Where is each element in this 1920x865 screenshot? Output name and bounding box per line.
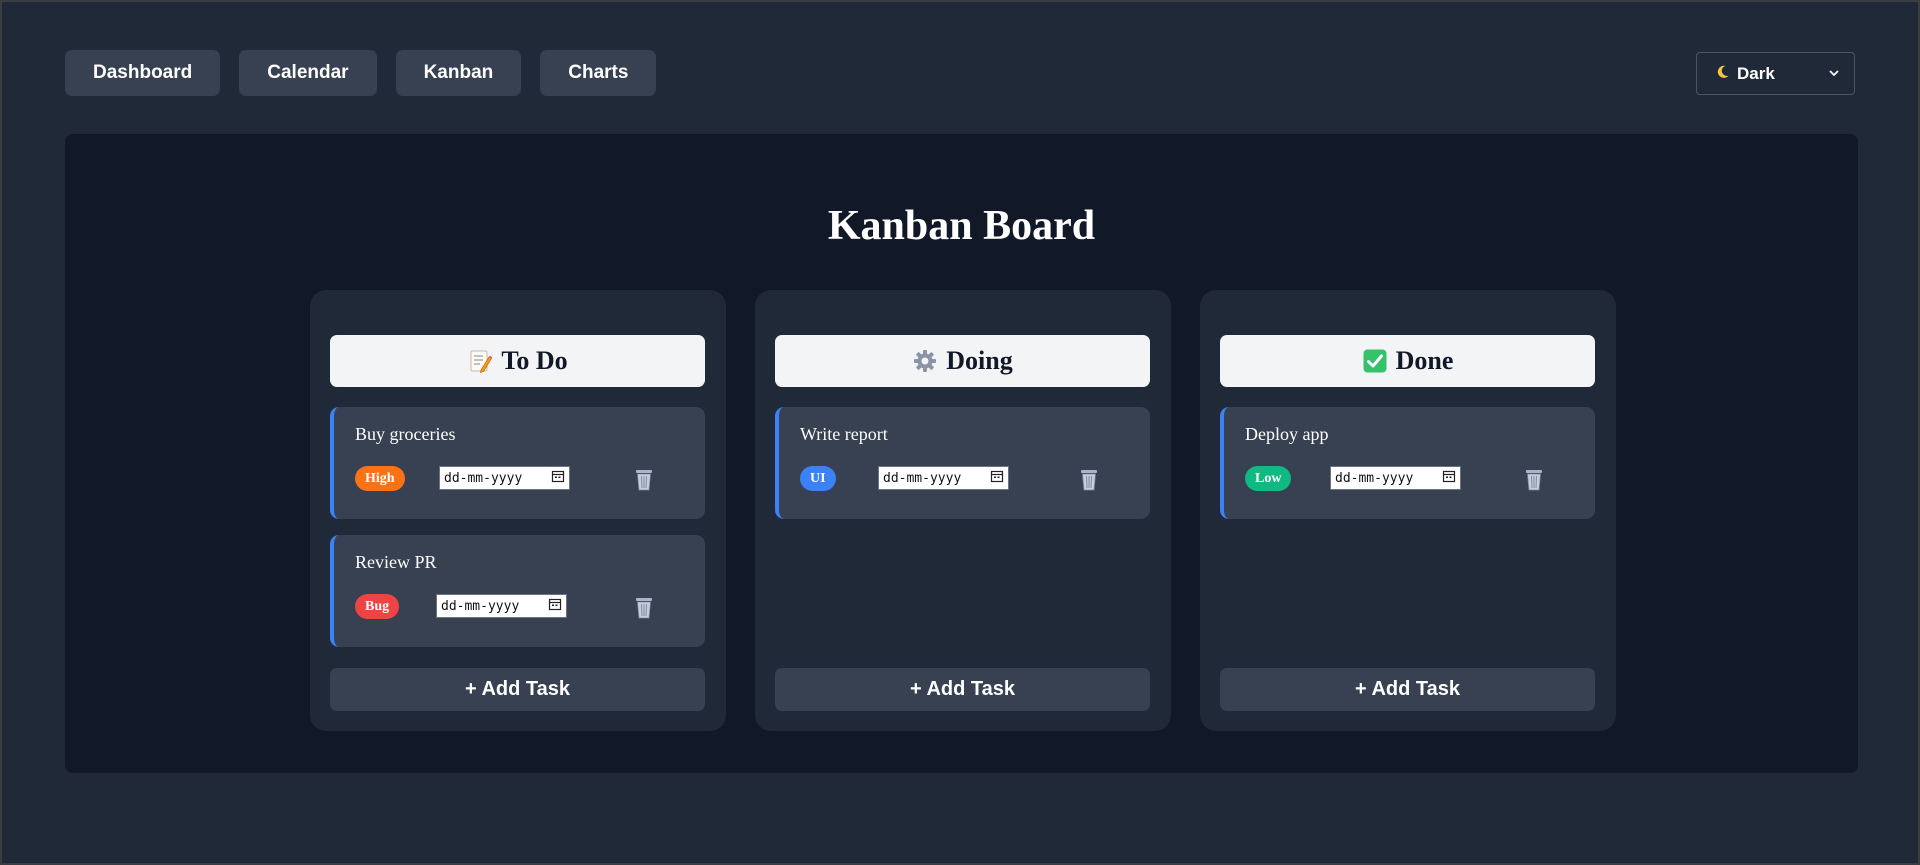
add-task-button[interactable]: + Add Task <box>330 668 705 711</box>
task-card[interactable]: Review PR Bug dd-mm-yyyy <box>330 535 705 647</box>
trash-icon[interactable] <box>1522 467 1546 493</box>
column-title: To Do <box>501 346 568 375</box>
due-date-input[interactable]: dd-mm-yyyy <box>436 594 567 618</box>
column-header: Done <box>1220 335 1595 387</box>
task-card[interactable]: Buy groceries High dd-mm-yyyy <box>330 407 705 519</box>
theme-select-value: Dark <box>1737 63 1775 83</box>
priority-tag: UI <box>800 466 836 491</box>
task-list: Write report UI dd-mm-yyyy <box>775 407 1150 519</box>
priority-tag: Bug <box>355 594 400 619</box>
due-date-input[interactable]: dd-mm-yyyy <box>1330 466 1461 490</box>
add-task-button[interactable]: + Add Task <box>1220 668 1595 711</box>
task-list: Deploy app Low dd-mm-yyyy <box>1220 407 1595 519</box>
moon-icon <box>1715 64 1730 83</box>
nav-dashboard-button[interactable]: Dashboard <box>65 50 221 96</box>
memo-icon <box>467 348 493 374</box>
app-window: Dashboard Calendar Kanban Charts Dark Ka… <box>0 0 1920 865</box>
calendar-icon[interactable] <box>990 469 1004 487</box>
task-list: Buy groceries High dd-mm-yyyy Review PR … <box>330 407 705 647</box>
column-todo: To Do Buy groceries High dd-mm-yyyy Revi… <box>310 290 726 731</box>
check-box-icon <box>1362 348 1388 374</box>
date-placeholder: dd-mm-yyyy <box>441 598 520 614</box>
calendar-icon[interactable] <box>551 469 565 487</box>
column-header: To Do <box>330 335 705 387</box>
date-placeholder: dd-mm-yyyy <box>1335 470 1414 486</box>
task-title: Review PR <box>355 552 437 572</box>
trash-icon[interactable] <box>1077 467 1101 493</box>
nav-charts-button[interactable]: Charts <box>540 50 657 96</box>
priority-tag: Low <box>1245 466 1292 491</box>
calendar-icon[interactable] <box>548 597 562 615</box>
due-date-input[interactable]: dd-mm-yyyy <box>439 466 570 490</box>
add-task-button[interactable]: + Add Task <box>775 668 1150 711</box>
nav-calendar-button[interactable]: Calendar <box>239 50 377 96</box>
task-card[interactable]: Deploy app Low dd-mm-yyyy <box>1220 407 1595 519</box>
page-title: Kanban Board <box>827 203 1096 249</box>
calendar-icon[interactable] <box>1442 469 1456 487</box>
column-header: Doing <box>775 335 1150 387</box>
theme-select[interactable]: Dark <box>1696 52 1855 95</box>
column-done: Done Deploy app Low dd-mm-yyyy + Add Tas… <box>1200 290 1616 731</box>
date-placeholder: dd-mm-yyyy <box>883 470 962 486</box>
chevron-down-icon <box>1828 64 1840 84</box>
column-title: Done <box>1395 346 1454 375</box>
priority-tag: High <box>355 466 405 491</box>
kanban-board: Kanban Board To Do Buy groceries High dd… <box>65 134 1858 773</box>
column-title: Doing <box>946 346 1013 375</box>
top-nav: Dashboard Calendar Kanban Charts <box>65 50 657 96</box>
column-doing: Doing Write report UI dd-mm-yyyy + Add T… <box>755 290 1171 731</box>
columns-container: To Do Buy groceries High dd-mm-yyyy Revi… <box>310 290 1616 731</box>
task-title: Buy groceries <box>355 424 456 444</box>
gear-icon <box>912 348 938 374</box>
task-title: Write report <box>800 424 888 444</box>
trash-icon[interactable] <box>632 595 656 621</box>
due-date-input[interactable]: dd-mm-yyyy <box>878 466 1009 490</box>
task-card[interactable]: Write report UI dd-mm-yyyy <box>775 407 1150 519</box>
task-title: Deploy app <box>1245 424 1329 444</box>
date-placeholder: dd-mm-yyyy <box>444 470 523 486</box>
nav-kanban-button[interactable]: Kanban <box>395 50 522 96</box>
trash-icon[interactable] <box>632 467 656 493</box>
